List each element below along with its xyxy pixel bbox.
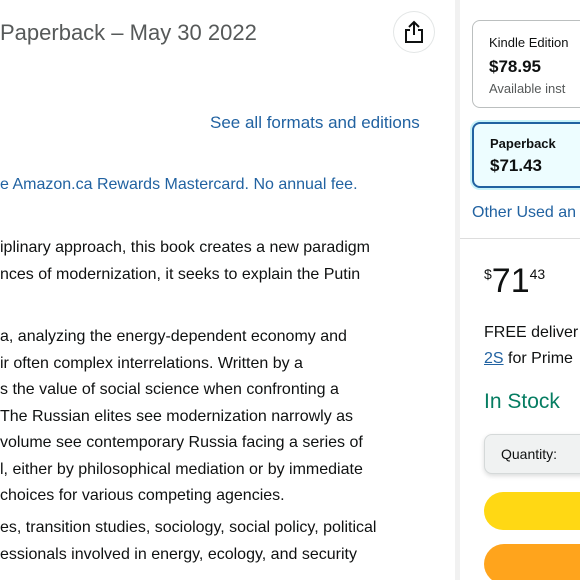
description-line: l, either by philosophical mediation or … bbox=[0, 460, 363, 478]
format-paperback-price: $71.43 bbox=[490, 156, 542, 175]
other-used-link[interactable]: Other Used an bbox=[472, 204, 576, 222]
delivery-line: 2S for Prime bbox=[484, 346, 578, 372]
product-main-column: Paperback – May 30 2022 See all formats … bbox=[0, 0, 455, 580]
rewards-promo-link[interactable]: e Amazon.ca Rewards Mastercard. No annua… bbox=[0, 176, 358, 194]
price-symbol: $ bbox=[484, 266, 492, 282]
description-line: volume see contemporary Russia facing a … bbox=[0, 434, 363, 451]
delivery-link[interactable]: 2S bbox=[484, 350, 504, 367]
description-line: essionals involved in energy, ecology, a… bbox=[0, 545, 357, 563]
buybox-divider bbox=[460, 238, 580, 239]
format-paperback-option[interactable]: Paperback $71.43 bbox=[472, 122, 580, 188]
stock-status: In Stock bbox=[484, 390, 560, 413]
description-line: choices for various competing agencies. bbox=[0, 487, 285, 504]
quantity-label: Quantity: bbox=[501, 446, 558, 462]
price-whole: 71 bbox=[491, 262, 530, 300]
add-to-cart-button[interactable] bbox=[484, 492, 580, 530]
quantity-dropdown[interactable]: Quantity: bbox=[484, 434, 580, 474]
price-fraction: 43 bbox=[529, 266, 546, 282]
delivery-line: FREE deliver bbox=[484, 324, 579, 341]
format-kindle-label: Kindle Edition bbox=[489, 35, 569, 50]
description-line: s the value of social science when confr… bbox=[0, 381, 339, 398]
description-line: The Russian elites see modernization nar… bbox=[0, 407, 354, 425]
description-paragraph-2: a, analyzing the energy-dependent econom… bbox=[0, 324, 363, 510]
buy-now-button[interactable] bbox=[484, 544, 580, 580]
delivery-info: FREE deliver 2S for Prime bbox=[484, 320, 578, 372]
format-kindle-option[interactable]: Kindle Edition $78.95 Available inst bbox=[472, 20, 580, 108]
format-kindle-price: $78.95 bbox=[489, 57, 541, 76]
see-all-formats-link[interactable]: See all formats and editions bbox=[210, 113, 420, 133]
format-paperback-label: Paperback bbox=[490, 136, 556, 151]
share-icon bbox=[405, 20, 423, 43]
description-line: a, analyzing the energy-dependent econom… bbox=[0, 328, 347, 345]
description-paragraph-1: iplinary approach, this book creates a n… bbox=[0, 235, 370, 288]
description-paragraph-3: es, transition studies, sociology, socia… bbox=[0, 515, 376, 568]
format-kindle-availability: Available inst bbox=[489, 81, 566, 96]
buybox-price: $7143 bbox=[484, 262, 545, 301]
description-line: iplinary approach, this book creates a n… bbox=[0, 239, 370, 256]
buybox-column: Kindle Edition $78.95 Available inst Pap… bbox=[460, 0, 580, 580]
description-line: es, transition studies, sociology, socia… bbox=[0, 519, 377, 536]
description-line: nces of modernization, it seeks to expla… bbox=[0, 265, 361, 283]
share-button[interactable] bbox=[394, 12, 434, 52]
delivery-prime-text: for Prime bbox=[503, 350, 573, 367]
description-line: ir often complex interrelations. Written… bbox=[0, 354, 303, 372]
product-title: Paperback – May 30 2022 bbox=[0, 20, 257, 45]
